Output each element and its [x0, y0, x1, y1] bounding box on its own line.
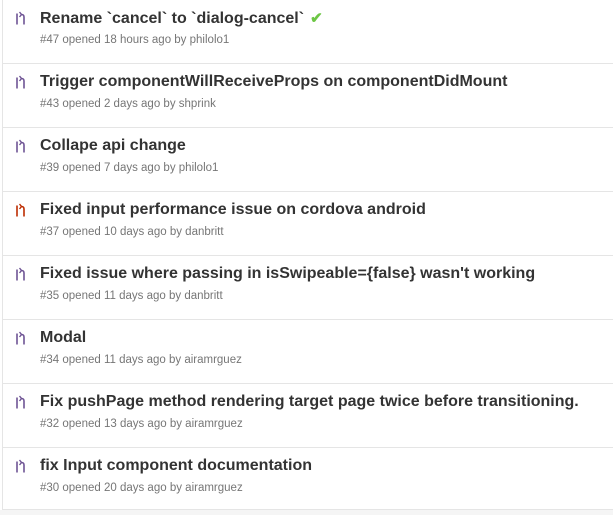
- git-pull-request-icon: [14, 459, 28, 475]
- pull-request-opened: opened 13 days ago by: [62, 418, 182, 430]
- pull-request-opened: opened 18 hours ago by: [62, 34, 187, 46]
- pull-request-opened: opened 2 days ago by: [62, 98, 176, 110]
- pull-request-number: #47: [40, 34, 60, 46]
- git-pull-request-icon: [14, 139, 28, 155]
- pull-request-row: Fix pushPage method rendering target pag…: [3, 384, 613, 448]
- pull-request-title[interactable]: Collape api change: [40, 137, 186, 154]
- pull-request-row: Modal #34 opened 11 days ago by airamrgu…: [3, 320, 613, 384]
- pull-request-opened: opened 7 days ago by: [62, 162, 176, 174]
- pull-request-title-link[interactable]: Trigger componentWillReceiveProps on com…: [40, 73, 507, 91]
- pull-request-opened: opened 20 days ago by: [62, 482, 182, 494]
- pull-request-meta: #34 opened 11 days ago by airamrguez: [40, 354, 242, 366]
- pull-request-meta: #30 opened 20 days ago by airamrguez: [40, 482, 243, 494]
- author-link[interactable]: danbritt: [184, 290, 222, 302]
- pull-request-title-link[interactable]: fix Input component documentation: [40, 457, 312, 475]
- check-icon[interactable]: ✔: [310, 9, 323, 27]
- pull-request-row: Rename `cancel` to `dialog-cancel` ✔ #47 …: [3, 0, 613, 64]
- author-link[interactable]: philolo1: [190, 34, 230, 46]
- pull-request-number: #39: [40, 162, 60, 174]
- pull-request-title[interactable]: Rename `cancel` to `dialog-cancel`: [40, 10, 304, 27]
- pull-request-number: #43: [40, 98, 60, 110]
- pull-request-title-link[interactable]: Fix pushPage method rendering target pag…: [40, 393, 579, 411]
- pull-request-number: #34: [40, 354, 60, 366]
- pull-request-title-link[interactable]: Fixed issue where passing in isSwipeable…: [40, 265, 535, 283]
- pull-request-opened: opened 10 days ago by: [62, 226, 182, 238]
- git-pull-request-icon: [14, 267, 28, 283]
- pull-request-meta: #35 opened 11 days ago by danbritt: [40, 290, 223, 302]
- author-link[interactable]: shprink: [179, 98, 216, 110]
- pull-request-number: #30: [40, 482, 60, 494]
- pull-request-row: Collape api change #39 opened 7 days ago…: [3, 128, 613, 192]
- pull-request-title-link[interactable]: Collape api change: [40, 137, 186, 155]
- git-pull-request-icon: [14, 75, 28, 91]
- pull-request-row: Fixed input performance issue on cordova…: [3, 192, 613, 256]
- pull-request-meta: #37 opened 10 days ago by danbritt: [40, 226, 224, 238]
- pull-request-meta: #39 opened 7 days ago by philolo1: [40, 162, 218, 174]
- pull-request-title[interactable]: Fix pushPage method rendering target pag…: [40, 393, 579, 410]
- pull-request-meta: #43 opened 2 days ago by shprink: [40, 98, 216, 110]
- pull-request-number: #32: [40, 418, 60, 430]
- pull-request-row: Fixed issue where passing in isSwipeable…: [3, 256, 613, 320]
- pull-request-meta: #47 opened 18 hours ago by philolo1: [40, 34, 229, 46]
- pull-request-title-link[interactable]: Rename `cancel` to `dialog-cancel` ✔: [40, 9, 323, 28]
- git-pull-request-icon: [14, 395, 28, 411]
- pull-request-opened: opened 11 days ago by: [62, 290, 182, 302]
- pull-request-row: fix Input component documentation #30 op…: [3, 448, 613, 512]
- git-pull-request-icon: [14, 11, 28, 27]
- pull-request-title-link[interactable]: Modal: [40, 329, 86, 347]
- pull-request-title[interactable]: Fixed input performance issue on cordova…: [40, 201, 426, 218]
- author-link[interactable]: airamrguez: [184, 354, 242, 366]
- pull-request-title[interactable]: fix Input component documentation: [40, 457, 312, 474]
- pull-request-title[interactable]: Modal: [40, 329, 86, 346]
- pull-request-opened: opened 11 days ago by: [62, 354, 182, 366]
- author-link[interactable]: danbritt: [185, 226, 223, 238]
- author-link[interactable]: philolo1: [179, 162, 219, 174]
- pull-request-meta: #32 opened 13 days ago by airamrguez: [40, 418, 243, 430]
- author-link[interactable]: airamrguez: [185, 418, 243, 430]
- pull-request-row: Trigger componentWillReceiveProps on com…: [3, 64, 613, 128]
- pull-request-title[interactable]: Trigger componentWillReceiveProps on com…: [40, 73, 507, 90]
- pull-request-title[interactable]: Fixed issue where passing in isSwipeable…: [40, 265, 535, 282]
- git-pull-request-icon: [14, 331, 28, 347]
- pull-request-number: #35: [40, 290, 60, 302]
- pull-request-list: Rename `cancel` to `dialog-cancel` ✔ #47 …: [2, 0, 613, 510]
- author-link[interactable]: airamrguez: [185, 482, 243, 494]
- pull-request-number: #37: [40, 226, 60, 238]
- pull-request-title-link[interactable]: Fixed input performance issue on cordova…: [40, 201, 426, 219]
- git-pull-request-icon: [14, 203, 28, 219]
- list-footer: [0, 510, 613, 515]
